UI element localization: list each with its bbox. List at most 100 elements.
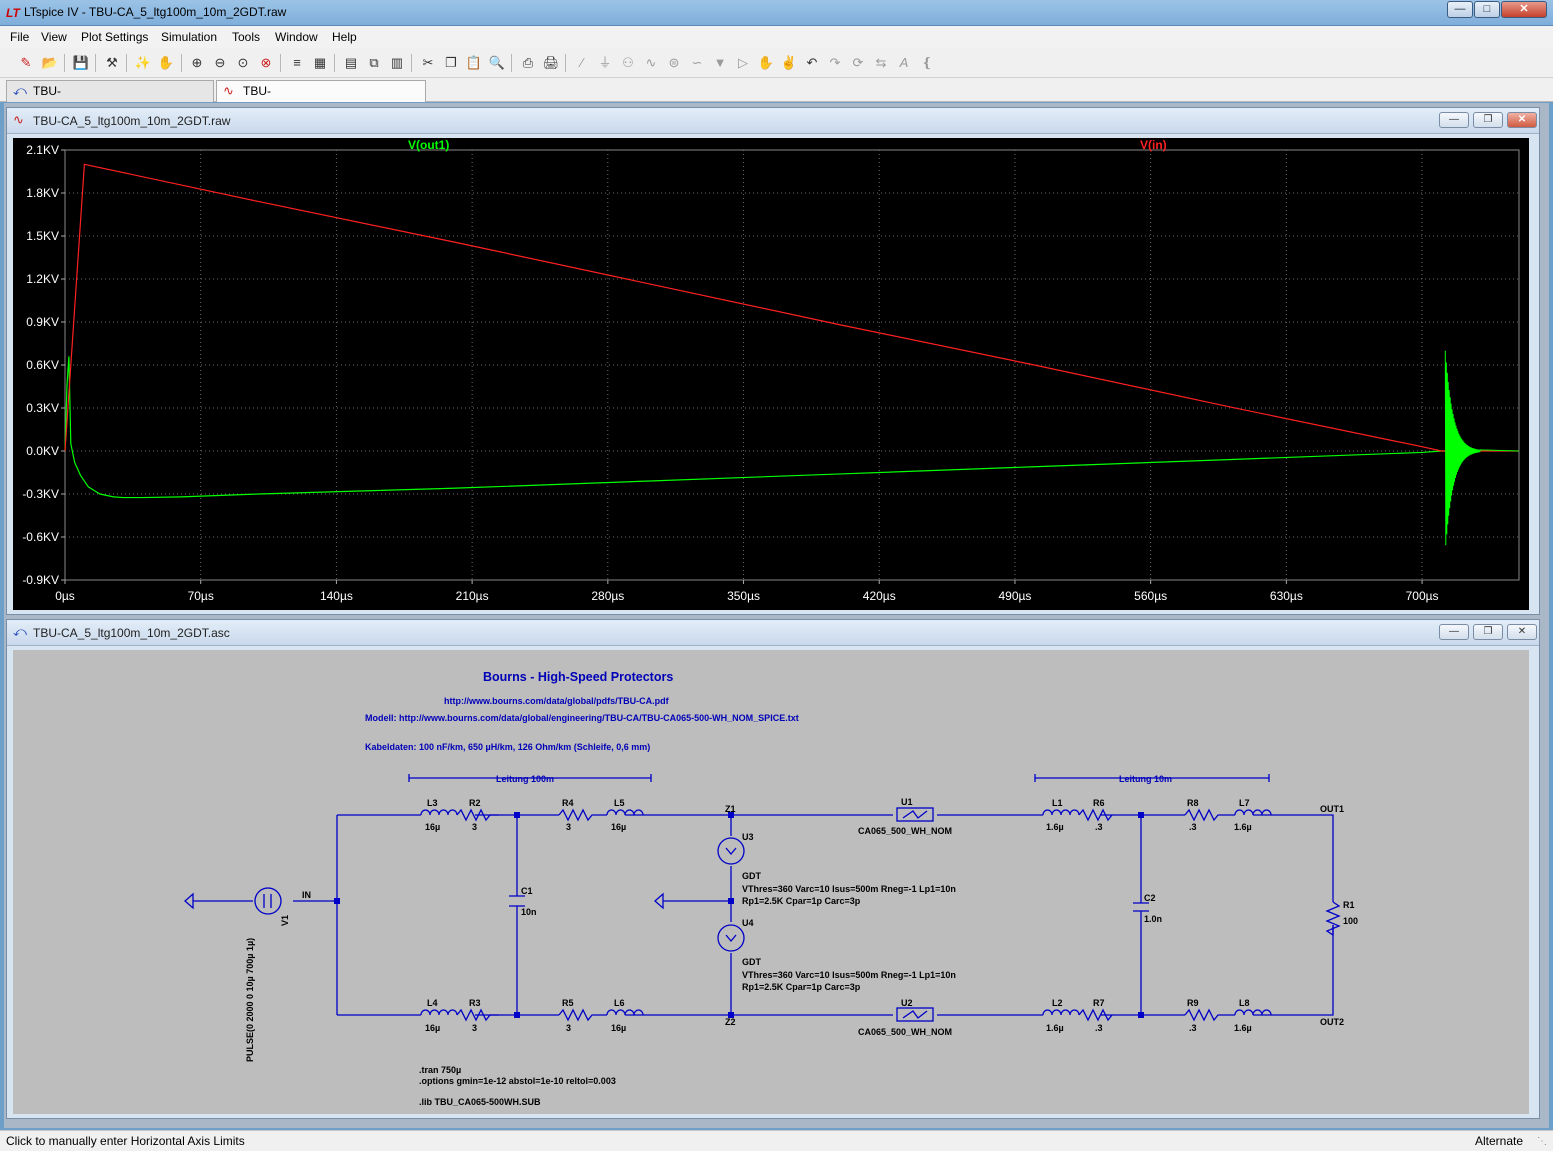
plot-frame <box>64 149 1520 581</box>
run-icon[interactable]: ✨ <box>133 53 153 73</box>
schematic-restore-button[interactable]: ❐ <box>1473 624 1503 640</box>
mirror-icon[interactable]: ⇆ <box>871 53 891 73</box>
inductor-icon[interactable]: ∽ <box>687 53 707 73</box>
val-R3: 3 <box>472 1023 477 1033</box>
type-U4: GDT <box>742 957 762 967</box>
cut-icon[interactable]: ✂ <box>418 53 438 73</box>
new-schematic-icon[interactable]: ✎ <box>16 53 36 73</box>
x-tick-label: 210µs <box>456 589 489 603</box>
zoom-fit-icon[interactable]: ⊙ <box>233 53 253 73</box>
cascade-icon[interactable]: ⧉ <box>364 53 384 73</box>
menu-tools[interactable]: Tools <box>232 30 260 44</box>
rotate-icon[interactable]: ⟳ <box>848 53 868 73</box>
menu-file[interactable]: File <box>10 30 29 44</box>
val-L3: 16µ <box>425 822 440 832</box>
net-Z2: Z2 <box>725 1017 736 1027</box>
print-icon[interactable]: 🖨 <box>541 53 561 73</box>
find-icon[interactable]: 🔍 <box>487 53 507 73</box>
x-tick-label: 0µs <box>55 589 75 603</box>
x-tick-label: 490µs <box>998 589 1031 603</box>
val-L5: 16µ <box>611 822 626 832</box>
schematic-drawing[interactable]: Bourns - High-Speed Protectors http://ww… <box>13 650 1529 1114</box>
menu-plot-settings[interactable]: Plot Settings <box>81 30 148 44</box>
sense-icon[interactable]: ▦ <box>310 53 330 73</box>
x-tick-label: 420µs <box>863 589 896 603</box>
schematic-canvas[interactable]: Bourns - High-Speed Protectors http://ww… <box>13 650 1529 1114</box>
resistor-icon[interactable]: ∿ <box>641 53 661 73</box>
halt-icon[interactable]: ✋ <box>156 53 176 73</box>
text-icon[interactable]: A <box>894 53 914 73</box>
control-panel-icon[interactable]: ⚒ <box>102 53 122 73</box>
y-tick-label: 1.8KV <box>26 186 59 200</box>
waveform-doc-icon: ∿ <box>223 83 234 98</box>
waveform-chart[interactable]: 2.1KV 1.8KV 1.5KV 1.2KV 0.9KV 0.6KV 0.3KV 0.0KV… <box>13 138 1529 610</box>
ref-U3: U3 <box>742 832 754 842</box>
val-U1: CA065_500_WH_NOM <box>858 826 952 836</box>
autorange-icon[interactable]: ≡ <box>287 53 307 73</box>
maximize-button[interactable]: □ <box>1474 1 1500 18</box>
tile-horizontal-icon[interactable]: ▤ <box>341 53 361 73</box>
copy-icon[interactable]: ❐ <box>441 53 461 73</box>
ref-U4: U4 <box>742 918 754 928</box>
zoom-cancel-icon[interactable]: ⊗ <box>256 53 276 73</box>
val-L6: 16µ <box>611 1023 626 1033</box>
val-U2: CA065_500_WH_NOM <box>858 1027 952 1037</box>
x-tick-label: 280µs <box>591 589 624 603</box>
schematic-close-button[interactable]: ✕ <box>1507 624 1537 640</box>
schematic-minimize-button[interactable]: — <box>1439 624 1469 640</box>
wire-icon[interactable]: ∕ <box>572 53 592 73</box>
close-button[interactable]: ✕ <box>1501 1 1547 18</box>
params1-U4: VThres=360 Varc=10 Isus=500m Rneg=-1 Lp1… <box>742 970 956 980</box>
menu-view[interactable]: View <box>41 30 67 44</box>
ref-R6: R6 <box>1093 798 1105 808</box>
label-icon[interactable]: ⚇ <box>618 53 638 73</box>
y-tick-label: 2.1KV <box>26 143 59 157</box>
redo-icon[interactable]: ↷ <box>825 53 845 73</box>
net-OUT2: OUT2 <box>1320 1017 1344 1027</box>
menu-bar: File View Plot Settings Simulation Tools… <box>0 26 1553 48</box>
menu-simulation[interactable]: Simulation <box>161 30 217 44</box>
x-tick-label: 140µs <box>320 589 353 603</box>
zoom-in-icon[interactable]: ⊕ <box>187 53 207 73</box>
ref-R4: R4 <box>562 798 574 808</box>
tab-waveform[interactable]: ∿ TBU-CA_5_ltg100m_10m_2GDT.raw <box>216 80 426 118</box>
zoom-out-icon[interactable]: ⊖ <box>210 53 230 73</box>
schematic-doc-icon: ⤺ <box>13 83 27 98</box>
y-tick-label: 0.6KV <box>26 358 59 372</box>
diode-icon[interactable]: ▼ <box>710 53 730 73</box>
tile-vertical-icon[interactable]: ▥ <box>387 53 407 73</box>
legend-vin: V(in) <box>1140 138 1167 152</box>
menu-window[interactable]: Window <box>275 30 318 44</box>
save-icon[interactable]: 💾 <box>71 53 91 73</box>
move-icon[interactable]: ✋ <box>756 53 776 73</box>
waveform-restore-button[interactable]: ❐ <box>1473 112 1503 128</box>
ref-L8: L8 <box>1239 998 1250 1008</box>
waveform-minimize-button[interactable]: — <box>1439 112 1469 128</box>
y-tick-label: -0.9KV <box>22 573 59 587</box>
ground-icon[interactable]: ⏚ <box>595 53 615 73</box>
params1-U3: VThres=360 Varc=10 Isus=500m Rneg=-1 Lp1… <box>742 884 956 894</box>
directive-tran: .tran 750µ <box>419 1065 461 1075</box>
undo-icon[interactable]: ↶ <box>802 53 822 73</box>
ref-C1: C1 <box>521 886 533 896</box>
resize-grip-icon[interactable]: ⋱ <box>1537 1136 1549 1148</box>
schematic-window-title: TBU-CA_5_ltg100m_10m_2GDT.asc <box>33 626 230 640</box>
x-tick-label: 700µs <box>1406 589 1439 603</box>
spice-directive-icon[interactable]: ❴ <box>917 53 937 73</box>
waveform-plot-pane[interactable]: 2.1KV 1.8KV 1.5KV 1.2KV 0.9KV 0.6KV 0.3KV 0.0KV… <box>13 138 1529 610</box>
ref-L1: L1 <box>1052 798 1063 808</box>
capacitor-icon[interactable]: ⊜ <box>664 53 684 73</box>
type-U3: GDT <box>742 871 762 881</box>
tab-schematic[interactable]: ⤺ TBU-CA_5_ltg100m_10m_2GDT.asc <box>6 80 214 118</box>
component-icon[interactable]: ▷ <box>733 53 753 73</box>
minimize-button[interactable]: — <box>1447 1 1473 18</box>
ref-R5: R5 <box>562 998 574 1008</box>
menu-help[interactable]: Help <box>332 30 357 44</box>
document-tab-bar: ⤺ TBU-CA_5_ltg100m_10m_2GDT.asc ∿ TBU-CA… <box>0 78 1553 118</box>
print-setup-icon[interactable]: ⎙ <box>518 53 538 73</box>
drag-icon[interactable]: ✌ <box>779 53 799 73</box>
open-icon[interactable]: 📂 <box>40 53 60 73</box>
waveform-close-button[interactable]: ✕ <box>1507 112 1537 128</box>
val-L4: 16µ <box>425 1023 440 1033</box>
paste-icon[interactable]: 📋 <box>464 53 484 73</box>
